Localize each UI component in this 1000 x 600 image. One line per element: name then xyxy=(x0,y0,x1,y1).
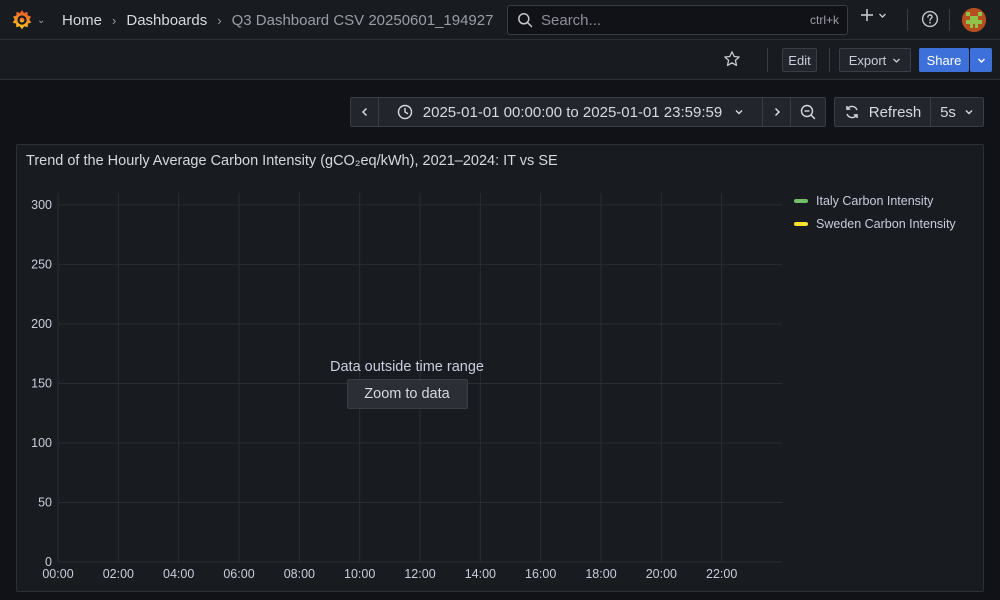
x-tick-label: 16:00 xyxy=(525,567,556,581)
y-tick-label: 150 xyxy=(31,376,52,390)
timeseries-panel: Trend of the Hourly Average Carbon Inten… xyxy=(16,144,984,592)
star-icon xyxy=(724,51,740,67)
refresh-icon xyxy=(845,105,858,119)
breadcrumb-home[interactable]: Home xyxy=(62,12,102,29)
y-tick-label: 250 xyxy=(31,257,52,271)
chevron-down-icon xyxy=(893,58,901,63)
search-icon xyxy=(518,13,533,28)
legend-color-swatch xyxy=(794,221,808,226)
divider xyxy=(949,9,950,31)
help-button[interactable] xyxy=(921,10,939,31)
export-button-label: Export xyxy=(848,52,887,68)
zoom-out-time-range-button[interactable] xyxy=(790,97,826,127)
divider xyxy=(767,48,768,72)
y-tick-label: 300 xyxy=(31,198,52,212)
share-button[interactable]: Share xyxy=(919,48,969,72)
time-range-picker[interactable]: 2025-01-01 00:00:00 to 2025-01-01 23:59:… xyxy=(378,97,763,127)
x-tick-label: 18:00 xyxy=(585,567,616,581)
chevron-down-icon xyxy=(879,13,886,18)
chevron-down-icon xyxy=(977,58,985,63)
chevron-right-icon xyxy=(774,107,780,117)
mark-favorite-button[interactable] xyxy=(723,50,741,71)
x-tick-label: 20:00 xyxy=(646,567,677,581)
chevron-right-icon: › xyxy=(217,12,222,28)
chevron-down-icon xyxy=(735,110,743,115)
help-icon xyxy=(921,10,939,28)
time-range-label: 2025-01-01 00:00:00 to 2025-01-01 23:59:… xyxy=(422,103,723,121)
legend-item[interactable]: Sweden Carbon Intensity xyxy=(794,212,956,235)
chevron-down-icon xyxy=(965,110,973,115)
new-menu-button[interactable] xyxy=(860,8,887,22)
user-avatar[interactable] xyxy=(962,8,986,32)
search-input[interactable] xyxy=(539,10,810,30)
clock-icon xyxy=(397,104,412,120)
grafana-logo-icon xyxy=(12,10,32,30)
x-tick-label: 00:00 xyxy=(42,567,73,581)
export-button[interactable]: Export xyxy=(839,48,911,72)
x-tick-label: 14:00 xyxy=(465,567,496,581)
x-tick-label: 06:00 xyxy=(223,567,254,581)
refresh-button[interactable]: Refresh xyxy=(834,97,931,127)
y-tick-label: 200 xyxy=(31,317,52,331)
avatar-icon xyxy=(962,8,986,32)
chevron-left-icon xyxy=(361,107,367,117)
chevron-down-icon: ⌄ xyxy=(37,14,46,26)
dashboard-toolbar: Edit Export Share xyxy=(0,40,1000,80)
refresh-interval-picker[interactable]: 5s xyxy=(930,97,984,127)
breadcrumb-dashboards[interactable]: Dashboards xyxy=(126,12,207,29)
x-tick-label: 12:00 xyxy=(404,567,435,581)
time-range-back-button[interactable] xyxy=(350,97,379,127)
divider xyxy=(907,9,908,31)
refresh-interval-value: 5s xyxy=(940,103,956,121)
zoom-out-icon xyxy=(800,104,816,120)
x-tick-label: 02:00 xyxy=(103,567,134,581)
no-data-overlay: Data outside time range Zoom to data xyxy=(307,359,507,409)
y-tick-label: 100 xyxy=(31,436,52,450)
edit-button[interactable]: Edit xyxy=(782,48,817,72)
search-bar[interactable]: ctrl+k xyxy=(507,5,848,35)
time-range-forward-button[interactable] xyxy=(762,97,791,127)
legend-color-swatch xyxy=(794,198,808,203)
x-tick-label: 10:00 xyxy=(344,567,375,581)
search-shortcut-hint: ctrl+k xyxy=(809,13,839,27)
divider xyxy=(829,48,830,72)
breadcrumb: Home › Dashboards › Q3 Dashboard CSV 202… xyxy=(62,0,493,40)
share-options-button[interactable] xyxy=(970,48,992,72)
y-tick-label: 0 xyxy=(45,555,52,569)
x-tick-label: 04:00 xyxy=(163,567,194,581)
x-tick-label: 08:00 xyxy=(284,567,315,581)
grafana-logo-menu[interactable]: ⌄ xyxy=(10,7,50,33)
legend-series-label: Italy Carbon Intensity xyxy=(816,193,934,208)
breadcrumb-current-dashboard: Q3 Dashboard CSV 20250601_194927 xyxy=(231,11,494,29)
plus-icon xyxy=(861,9,873,21)
legend-series-label: Sweden Carbon Intensity xyxy=(816,216,956,231)
legend-item[interactable]: Italy Carbon Intensity xyxy=(794,189,956,212)
y-tick-label: 50 xyxy=(38,495,52,509)
x-tick-label: 22:00 xyxy=(706,567,737,581)
chevron-right-icon: › xyxy=(112,12,117,28)
zoom-to-data-button[interactable]: Zoom to data xyxy=(346,379,468,409)
refresh-label: Refresh xyxy=(868,103,922,121)
top-navigation-bar: ⌄ Home › Dashboards › Q3 Dashboard CSV 2… xyxy=(0,0,1000,40)
chart-legend: Italy Carbon Intensity Sweden Carbon Inte… xyxy=(794,189,956,235)
no-data-message: Data outside time range xyxy=(330,359,484,375)
